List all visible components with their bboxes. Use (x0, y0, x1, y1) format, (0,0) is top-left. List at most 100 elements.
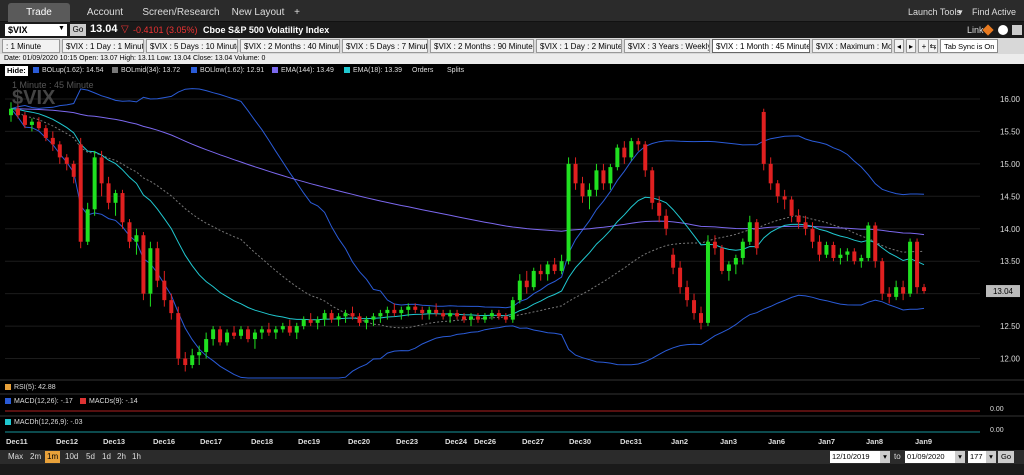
candle-body (852, 251, 857, 262)
ohlc-info-line: Date: 01/09/2020 10:15 Open: 13.07 High:… (0, 54, 1024, 64)
candle-body (740, 241, 745, 258)
chart-tab[interactable]: $VIX : 2 Months : 40 Minute (240, 39, 340, 53)
launch-tools-arrow-icon[interactable]: ▾ (958, 3, 963, 22)
timeframe-5d[interactable]: 5d (84, 451, 97, 463)
chart-tab[interactable]: $VIX : 3 Years : Weekly (624, 39, 710, 53)
candle-body (873, 225, 878, 262)
legend-bollow[interactable]: BOLlow(1.62): 12.91 (191, 66, 264, 76)
candle-body (469, 316, 473, 320)
candle-body (482, 316, 487, 320)
chart-tab[interactable]: $VIX : 5 Days : 7 Minute (342, 39, 428, 53)
macds-label[interactable]: MACDs(9): -.14 (80, 397, 138, 407)
timeframe-1m[interactable]: 1m (45, 451, 61, 463)
x-tick-label: Dec27 (522, 437, 545, 446)
legend-swatch (33, 67, 39, 74)
legend-orders[interactable]: Orders (412, 66, 433, 76)
macd-label[interactable]: MACD(12,26): -.17 (5, 397, 73, 407)
candle-body (120, 193, 125, 223)
go-button[interactable]: Go (70, 24, 86, 36)
hide-button[interactable]: Hide: (5, 66, 28, 76)
candle-body (259, 329, 264, 333)
candle-body (287, 326, 292, 333)
to-date-input[interactable]: 01/09/2020 (905, 451, 955, 463)
tab-sync-icon[interactable]: ⇆ (928, 39, 938, 53)
price-chart[interactable]: 16.0015.5015.0014.5014.0013.5013.0012.50… (0, 78, 1024, 434)
y-tick-label: 14.00 (1000, 225, 1021, 234)
candle-body (85, 209, 90, 242)
date-go-button[interactable]: Go (998, 451, 1014, 463)
x-axis: Dec11 Dec12 Dec13 Dec16 Dec17 Dec18 Dec19 Dec20… (0, 434, 1024, 450)
candle-body (399, 309, 404, 314)
candle-body (420, 309, 425, 314)
chart-tab[interactable]: : 1 Minute (2, 39, 60, 53)
from-calendar-icon[interactable]: ▾ (880, 451, 890, 463)
from-date-input[interactable]: 12/10/2019 (830, 451, 880, 463)
timeframe-2m[interactable]: 2m (28, 451, 43, 463)
tab-new-layout[interactable]: New Layout (228, 3, 288, 22)
candle-body (615, 147, 620, 168)
legend-bolmid[interactable]: BOLmid(34): 13.72 (112, 66, 180, 76)
candle-body (887, 293, 892, 297)
candle-body (503, 316, 508, 320)
legend-ema18[interactable]: EMA(18): 13.39 (344, 66, 402, 76)
tab-trade[interactable]: Trade (8, 3, 70, 22)
launch-tools-menu[interactable]: Launch Tools (908, 3, 961, 22)
add-tab-button[interactable]: + (290, 3, 304, 22)
candle-body (245, 329, 250, 340)
timeframe-1d[interactable]: 1d (100, 451, 113, 463)
rsi-label[interactable]: RSI(5): 42.88 (5, 383, 56, 393)
bars-dropdown-icon[interactable]: ▾ (986, 451, 996, 463)
candle-body (699, 313, 703, 323)
legend-bolup[interactable]: BOLup(1.62): 14.54 (33, 66, 104, 76)
chart-tab[interactable]: $VIX : 1 Day : 1 Minute (62, 39, 144, 53)
timeframe-max[interactable]: Max (6, 451, 25, 463)
to-calendar-icon[interactable]: ▾ (955, 451, 965, 463)
candle-body (36, 121, 41, 129)
candle-body (587, 189, 592, 197)
candle-body (768, 163, 773, 184)
candle-body (266, 329, 271, 333)
tab-sync-button[interactable]: Tab Sync is On (940, 39, 999, 53)
tab-screen-research[interactable]: Screen/Research (138, 3, 224, 22)
candle-body (859, 257, 864, 262)
chart-tab-active[interactable]: $VIX : 1 Month : 45 Minute (712, 39, 810, 53)
y-tick-label: 15.00 (1000, 160, 1021, 169)
bars-input[interactable]: 177 (968, 451, 986, 463)
tab-scroll-left-icon[interactable]: ◂ (894, 39, 904, 53)
chart-tab[interactable]: $VIX : 2 Months : 90 Minute (430, 39, 534, 53)
legend-splits[interactable]: Splits (447, 66, 464, 76)
timeframe-1h[interactable]: 1h (130, 451, 143, 463)
legend-label: BOLlow(1.62): 12.91 (200, 67, 265, 74)
candle-body (719, 248, 724, 271)
candle-body (441, 313, 446, 317)
candle-body (329, 313, 334, 320)
tab-scroll-right-icon[interactable]: ▸ (906, 39, 916, 53)
window-menu-icon[interactable] (1012, 25, 1022, 35)
candle-body (901, 287, 906, 294)
candle-body (810, 228, 815, 242)
timeframe-10d[interactable]: 10d (63, 451, 80, 463)
candle-body (343, 313, 348, 317)
rsi-swatch (5, 384, 11, 391)
macdh-label[interactable]: MACDh(12,26,9): -.03 (5, 418, 82, 428)
candle-body (894, 287, 899, 297)
legend-label: BOLmid(34): 13.72 (121, 67, 181, 74)
candle-body (378, 313, 383, 317)
chart-tab[interactable]: $VIX : Maximum : Month (812, 39, 892, 53)
legend-ema144[interactable]: EMA(144): 13.49 (272, 66, 334, 76)
candle-body (50, 137, 55, 145)
timeframe-2h[interactable]: 2h (115, 451, 128, 463)
x-tick-label: Dec17 (200, 437, 223, 446)
candle-body (155, 248, 160, 281)
find-active-tools-link[interactable]: Find Active Tools (972, 3, 1024, 36)
chevron-down-icon[interactable]: ▼ (58, 25, 65, 32)
candle-body (385, 309, 390, 314)
chart-tab[interactable]: $VIX : 1 Day : 2 Minute (536, 39, 622, 53)
link-circle-icon[interactable] (998, 25, 1008, 35)
candle-body (566, 163, 571, 262)
tab-account[interactable]: Account (80, 3, 130, 22)
candle-body (657, 202, 662, 216)
macd-value: MACD(12,26): -.17 (14, 398, 73, 405)
chart-tab[interactable]: $VIX : 5 Days : 10 Minute (146, 39, 238, 53)
link-color-icon[interactable] (982, 24, 994, 36)
